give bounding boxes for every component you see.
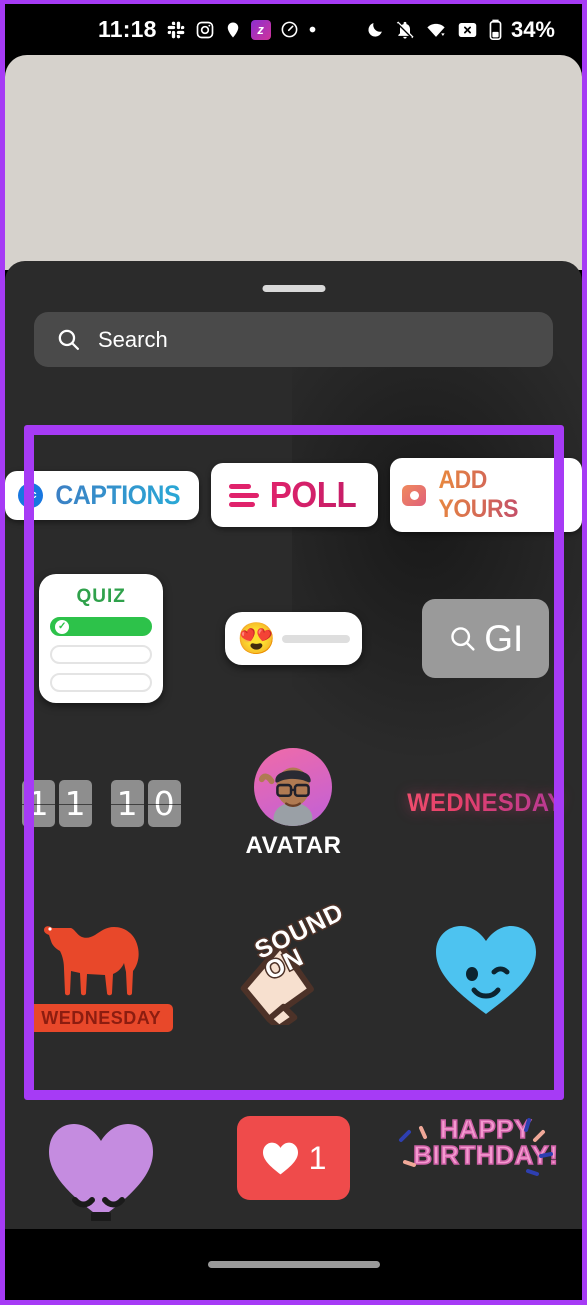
quiz-title: QUIZ — [76, 586, 126, 607]
countdown-digit: 0 — [147, 780, 181, 827]
quiz-sticker[interactable]: QUIZ ✓ — [5, 574, 197, 703]
wifi-icon — [427, 23, 445, 37]
status-bar: 11:18 z 34% — [5, 4, 582, 55]
sticker-row-1: cc CAPTIONS POLL ADD YOURS — [5, 439, 582, 551]
emoji-slider-sticker[interactable]: 😍 — [197, 612, 389, 665]
search-icon — [58, 329, 80, 351]
sticker-grid: cc CAPTIONS POLL ADD YOURS QUIZ ✓ 😍 GI 1… — [5, 439, 582, 1056]
sticker-row-5-partial: 1 HAPPY BIRTHDAY! — [5, 1115, 582, 1229]
confetti-icon — [399, 1118, 554, 1176]
countdown-digit: 1 — [21, 780, 55, 827]
zomato-z-icon: z — [250, 19, 271, 40]
captions-label: CAPTIONS — [55, 479, 181, 510]
slack-icon — [167, 21, 184, 38]
notifications-muted-icon — [396, 20, 414, 39]
quiz-option[interactable] — [50, 645, 153, 664]
happy-birthday-sticker[interactable]: HAPPY BIRTHDAY! — [390, 1115, 582, 1176]
like-count-value: 1 — [308, 1139, 327, 1176]
gif-label: GI — [484, 617, 524, 659]
sound-on-sticker[interactable]: SOUND ON — [197, 896, 389, 1031]
sticker-row-2: QUIZ ✓ 😍 GI — [5, 551, 582, 726]
sticker-row-3: 1 1 1 0 AVATAR WEDNESDAY — [5, 726, 582, 881]
heart-eyes-emoji: 😍 — [236, 621, 276, 656]
heart-icon — [262, 1142, 298, 1174]
check-icon: ✓ — [55, 619, 70, 634]
countdown-separator — [96, 780, 107, 827]
phone-screen: 11:18 z 34% Search cc CAPTIONS POLL ADD … — [0, 0, 587, 1305]
instagram-icon — [196, 21, 213, 38]
camera-icon — [402, 484, 426, 506]
poll-sticker[interactable]: POLL — [199, 463, 391, 527]
search-input[interactable]: Search — [34, 312, 553, 367]
emoji-slider-track[interactable] — [281, 634, 350, 643]
battery-icon — [489, 19, 502, 40]
avatar — [254, 747, 333, 826]
quiz-option-selected[interactable]: ✓ — [50, 617, 153, 636]
camel-wednesday-badge: WEDNESDAY — [29, 1003, 174, 1032]
no-sim-icon — [458, 22, 477, 37]
like-count-sticker[interactable]: 1 — [197, 1116, 389, 1200]
quiz-option[interactable] — [50, 673, 153, 692]
story-photo-background — [5, 55, 582, 270]
avatar-sticker[interactable]: AVATAR — [197, 747, 389, 860]
do-not-disturb-moon-icon — [368, 23, 382, 37]
closed-caption-icon: cc — [18, 482, 43, 508]
countdown-sticker[interactable]: 1 1 1 0 — [5, 780, 197, 827]
status-bar-clock: 11:18 — [98, 16, 157, 42]
dot-icon — [309, 26, 315, 33]
camel-wednesday-sticker[interactable]: WEDNESDAY — [5, 906, 197, 1032]
camel-icon — [44, 925, 139, 995]
poll-label: POLL — [269, 474, 357, 515]
purple-heart-face-sticker[interactable] — [5, 1116, 197, 1221]
search-icon — [451, 627, 475, 651]
gif-sticker[interactable]: GI — [390, 599, 582, 678]
purple-heart-face-icon — [49, 1124, 154, 1221]
wednesday-label: WEDNESDAY — [407, 789, 565, 817]
sticker-tray-sheet: Search cc CAPTIONS POLL ADD YOURS QUIZ ✓… — [5, 261, 582, 1229]
wednesday-text-sticker[interactable]: WEDNESDAY — [390, 789, 582, 818]
countdown-digit: 1 — [110, 780, 144, 827]
status-bar-left: 11:18 z — [98, 16, 317, 43]
gesture-nav-pill[interactable] — [207, 1261, 380, 1268]
sheet-drag-handle[interactable] — [262, 285, 325, 292]
poll-bars-icon — [228, 483, 259, 507]
countdown-digit: 1 — [58, 780, 92, 827]
location-pin-icon — [227, 22, 238, 37]
avatar-label: AVATAR — [245, 831, 342, 859]
avatar-face-icon — [259, 767, 313, 826]
sticker-row-4: WEDNESDAY SOUND ON — [5, 881, 582, 1056]
add-yours-sticker[interactable]: ADD YOURS — [390, 458, 582, 532]
battery-percentage: 34% — [510, 16, 555, 42]
captions-sticker[interactable]: cc CAPTIONS — [5, 470, 199, 520]
winking-blue-heart-sticker[interactable] — [390, 920, 582, 1018]
search-placeholder-text: Search — [98, 326, 168, 352]
blue-heart-icon — [435, 925, 536, 1014]
gesture-navigation-bar — [5, 1229, 582, 1300]
add-yours-label: ADD YOURS — [438, 466, 564, 524]
clock-icon — [281, 21, 297, 38]
status-bar-right: 34% — [366, 17, 555, 43]
